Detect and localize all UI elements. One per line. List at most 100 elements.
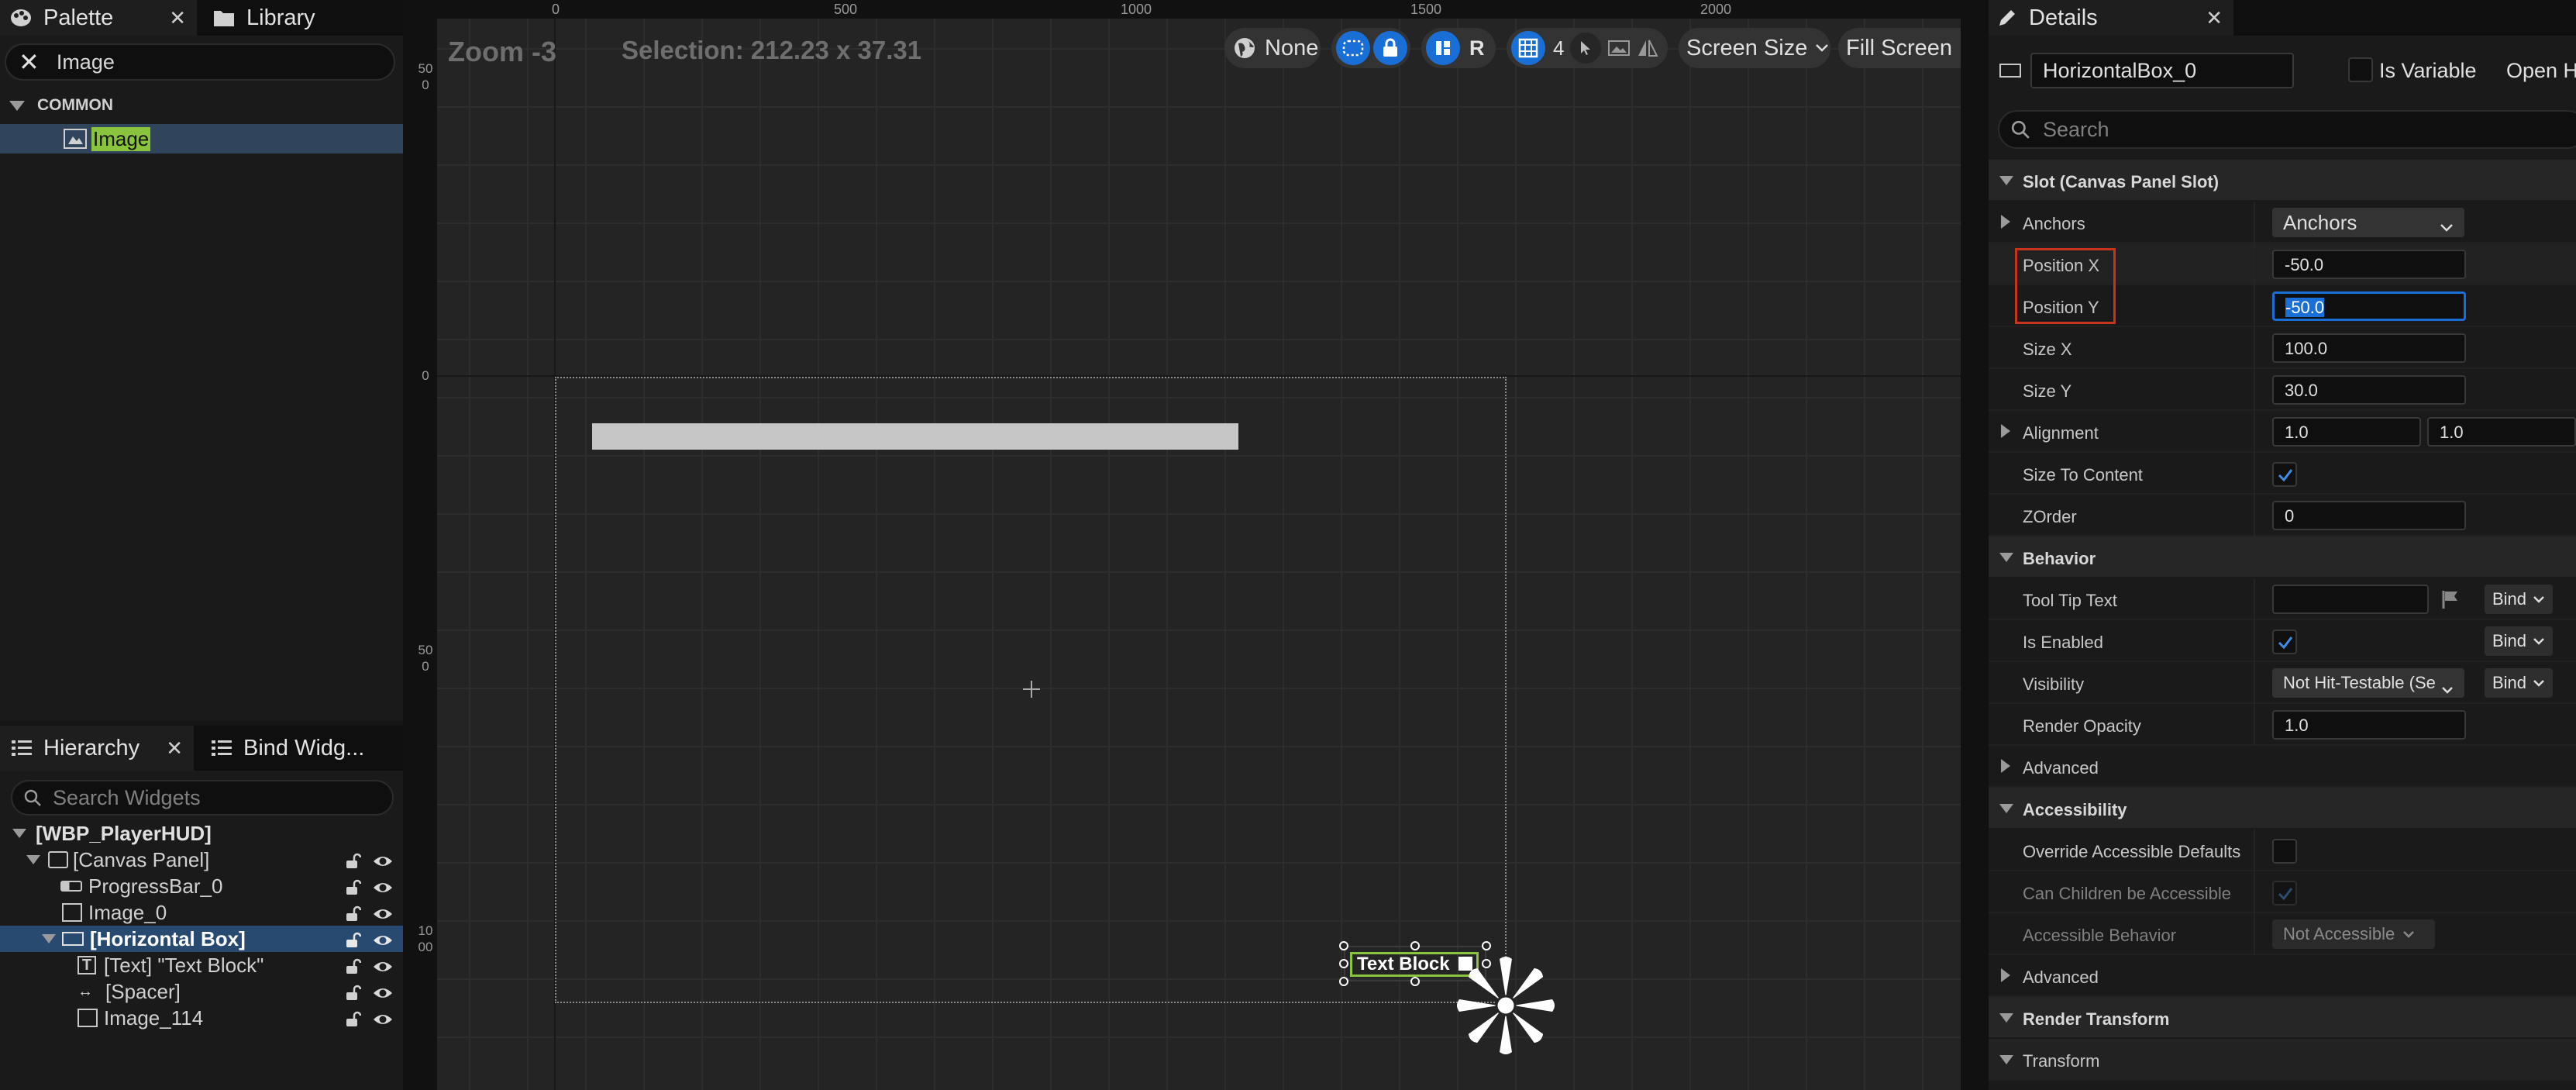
bind-button[interactable]: Bind <box>2485 585 2554 614</box>
grid-snap-value[interactable]: 4 <box>1553 36 1564 60</box>
tree-item-image-0[interactable]: Image_0 <box>0 899 403 926</box>
open-hierarchy-link[interactable]: Open H <box>2506 59 2576 83</box>
tree-item-progressbar[interactable]: ProgressBar_0 <box>0 873 403 899</box>
zorder-field[interactable]: 0 <box>2272 501 2466 530</box>
row-advanced-behavior[interactable]: Advanced <box>1989 746 2576 788</box>
unlock-icon[interactable] <box>344 1009 362 1033</box>
row-transform[interactable]: Transform <box>1989 1039 2576 1081</box>
tree-item-text[interactable]: T [Text] "Text Block" <box>0 952 403 978</box>
section-render-transform[interactable]: Render Transform <box>1989 997 2576 1039</box>
tree-item-canvas-panel[interactable]: [Canvas Panel] <box>0 847 403 873</box>
eye-icon[interactable] <box>372 930 394 954</box>
tab-details[interactable]: Details ✕ <box>1989 0 2233 36</box>
tooltip-text-field[interactable] <box>2272 585 2429 614</box>
close-icon[interactable]: ✕ <box>2206 6 2223 30</box>
palette-search-input[interactable] <box>56 50 394 74</box>
expand-arrow-icon[interactable] <box>2001 215 2010 229</box>
tree-item-spacer[interactable]: ↔ [Spacer] <box>0 978 403 1005</box>
section-accessibility[interactable]: Accessibility <box>1989 788 2576 830</box>
unlock-icon[interactable] <box>344 957 362 981</box>
expand-arrow-icon[interactable] <box>2001 968 2010 982</box>
resize-handle[interactable] <box>1339 941 1348 950</box>
flow-layout-toggle[interactable] <box>1426 31 1460 65</box>
unlock-icon[interactable] <box>344 878 362 902</box>
clear-search-icon[interactable]: ✕ <box>19 50 40 74</box>
is-variable-checkbox[interactable] <box>2348 57 2373 82</box>
hierarchy-search-box[interactable] <box>11 780 394 816</box>
resize-handle[interactable] <box>1339 959 1348 968</box>
anchor-gizmo-icon[interactable] <box>1454 954 1558 1057</box>
palette-search-box[interactable]: ✕ <box>5 43 395 81</box>
tab-hierarchy[interactable]: Hierarchy ✕ <box>0 726 194 771</box>
close-icon[interactable]: ✕ <box>169 6 186 30</box>
anchors-dropdown[interactable]: Anchors <box>2272 208 2464 237</box>
hierarchy-search-input[interactable] <box>53 785 392 810</box>
tab-library[interactable]: Library <box>203 0 397 36</box>
fill-screen-dropdown[interactable]: Fill Screen <box>1838 28 1961 68</box>
collapse-arrow-icon[interactable] <box>1999 1013 2013 1023</box>
eye-icon[interactable] <box>372 1009 394 1033</box>
unlock-icon[interactable] <box>344 930 362 954</box>
unlock-icon[interactable] <box>344 983 362 1007</box>
designer-viewport[interactable]: 0 500 1000 1500 2000 500 0 500 1000 Text… <box>414 0 1961 1090</box>
override-accessible-checkbox[interactable] <box>2272 839 2297 864</box>
section-behavior[interactable]: Behavior <box>1989 536 2576 578</box>
tab-palette[interactable]: Palette ✕ <box>0 0 197 36</box>
expand-arrow-icon[interactable] <box>2001 759 2010 773</box>
collapse-arrow-icon[interactable] <box>1999 553 2013 562</box>
eye-icon[interactable] <box>372 957 394 981</box>
mirror-icon[interactable] <box>1637 38 1659 58</box>
expand-arrow-icon[interactable] <box>2001 424 2010 438</box>
position-x-field[interactable]: -50.0 <box>2272 250 2466 279</box>
resize-handle[interactable] <box>1339 977 1348 986</box>
size-to-content-checkbox[interactable] <box>2272 462 2297 487</box>
bind-button[interactable]: Bind <box>2485 626 2554 656</box>
panel-splitter[interactable] <box>1961 0 1989 1090</box>
resize-handle[interactable] <box>1410 977 1420 986</box>
localization-button[interactable]: None <box>1224 28 1321 68</box>
expand-arrow-icon[interactable] <box>9 100 25 111</box>
alignment-y-field[interactable]: 1.0 <box>2427 417 2576 447</box>
tree-item-image-114[interactable]: Image_114 <box>0 1005 403 1031</box>
grid-snap-toggle[interactable] <box>1511 31 1545 65</box>
collapse-arrow-icon[interactable] <box>1999 804 2013 813</box>
size-y-field[interactable]: 30.0 <box>2272 375 2466 405</box>
alignment-x-field[interactable]: 1.0 <box>2272 417 2421 447</box>
unlock-icon[interactable] <box>344 904 362 928</box>
render-opacity-field[interactable]: 1.0 <box>2272 710 2466 740</box>
widget-name-field[interactable]: HorizontalBox_0 <box>2030 53 2294 88</box>
details-search-box[interactable] <box>1998 110 2576 149</box>
r-label[interactable]: R <box>1469 36 1485 60</box>
section-slot[interactable]: Slot (Canvas Panel Slot) <box>1989 160 2576 202</box>
expand-arrow-icon[interactable] <box>26 855 40 864</box>
is-enabled-checkbox[interactable] <box>2272 630 2297 654</box>
close-icon[interactable]: ✕ <box>166 736 183 761</box>
progressbar-widget[interactable] <box>592 423 1238 450</box>
lock-toggle[interactable] <box>1373 31 1407 65</box>
expand-arrow-icon[interactable] <box>12 829 26 838</box>
eye-icon[interactable] <box>372 878 394 902</box>
unlock-icon[interactable] <box>344 851 362 875</box>
eye-icon[interactable] <box>372 851 394 875</box>
flag-icon[interactable] <box>2441 589 2460 614</box>
tab-bind-widgets[interactable]: Bind Widg... <box>200 726 403 771</box>
panel-splitter[interactable] <box>403 0 414 1090</box>
bind-button[interactable]: Bind <box>2485 668 2554 698</box>
palette-category-common[interactable]: COMMON <box>0 95 403 116</box>
collapse-arrow-icon[interactable] <box>1999 176 2013 185</box>
tree-item-horizontal-box[interactable]: [Horizontal Box] <box>0 926 403 952</box>
dotted-outline-toggle[interactable] <box>1336 31 1370 65</box>
resize-handle[interactable] <box>1482 941 1491 950</box>
resize-handle[interactable] <box>1410 941 1420 950</box>
position-y-field[interactable]: -50.0 <box>2272 291 2466 321</box>
expand-arrow-icon[interactable] <box>42 934 56 943</box>
tree-item-root[interactable]: [WBP_PlayerHUD] <box>0 820 403 847</box>
cursor-select-icon[interactable] <box>1570 33 1602 64</box>
eye-icon[interactable] <box>372 983 394 1007</box>
size-x-field[interactable]: 100.0 <box>2272 333 2466 363</box>
row-advanced-accessibility[interactable]: Advanced <box>1989 955 2576 997</box>
eye-icon[interactable] <box>372 904 394 928</box>
details-search-input[interactable] <box>2043 117 2576 142</box>
collapse-arrow-icon[interactable] <box>1999 1055 2013 1064</box>
screen-size-dropdown[interactable]: Screen Size <box>1679 28 1830 68</box>
